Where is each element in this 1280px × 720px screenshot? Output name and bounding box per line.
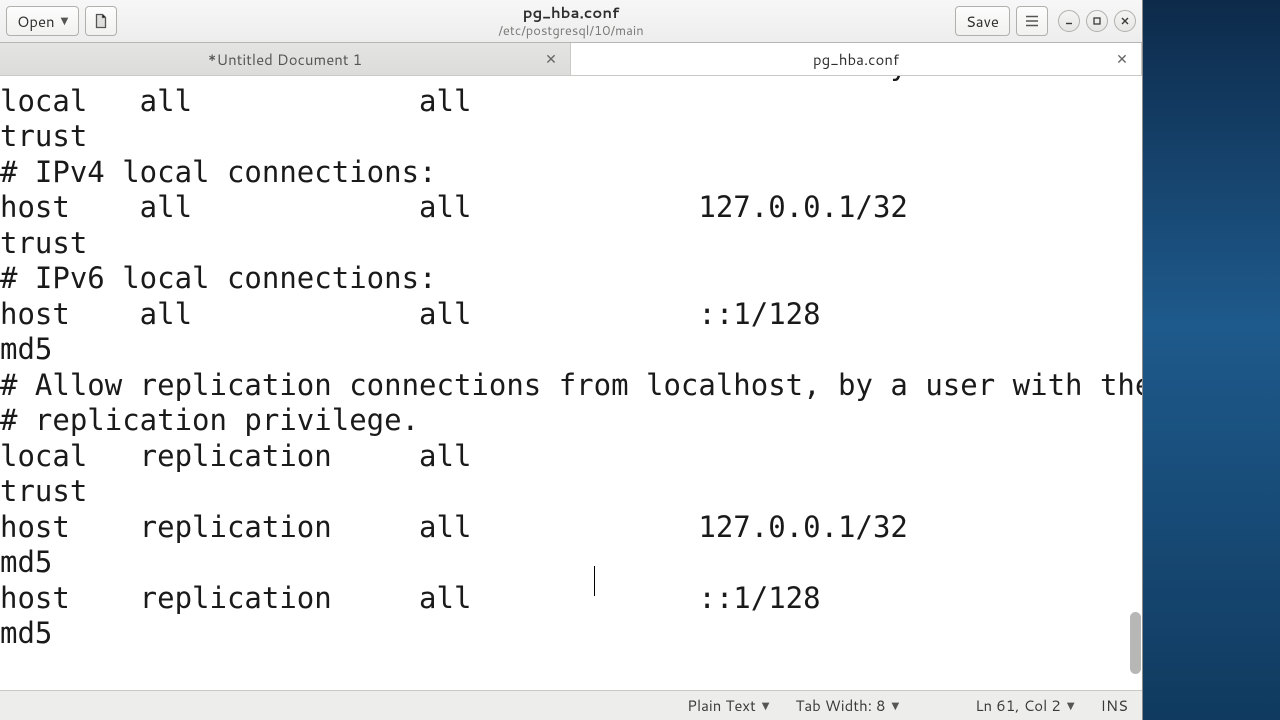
insert-mode-label: INS (1101, 695, 1128, 716)
hamburger-menu-button[interactable] (1016, 6, 1048, 36)
syntax-label: Plain Text (687, 695, 756, 716)
scrollbar-thumb[interactable] (1130, 612, 1141, 674)
gedit-window: Open ▼ pg_hba.conf /etc/postgresql/10/ma… (0, 0, 1143, 720)
status-bar: Plain Text ▼ Tab Width: 8 ▼ Ln 61, Col 2… (0, 690, 1142, 720)
desktop-background (1143, 0, 1280, 720)
position-label: Ln 61, Col 2 (975, 695, 1061, 716)
open-button[interactable]: Open ▼ (6, 6, 79, 36)
chevron-down-icon: ▼ (1067, 699, 1075, 713)
insert-mode[interactable]: INS (1101, 695, 1128, 716)
tab-bar: *Untitled Document 1 ✕ pg_hba.conf ✕ (0, 43, 1142, 76)
tab-close-button[interactable]: ✕ (542, 50, 560, 68)
chevron-down-icon: ▼ (762, 699, 770, 713)
minimize-icon (1064, 16, 1074, 26)
cursor-position[interactable]: Ln 61, Col 2 ▼ (975, 695, 1074, 716)
headerbar-right: Save (955, 6, 1136, 36)
headerbar-left: Open ▼ (6, 6, 117, 36)
editor-content[interactable]: # local is for Unix domain socket connec… (0, 76, 1142, 690)
tab-close-button[interactable]: ✕ (1113, 50, 1131, 68)
headerbar: Open ▼ pg_hba.conf /etc/postgresql/10/ma… (0, 0, 1142, 43)
hamburger-icon (1025, 15, 1039, 27)
maximize-icon (1092, 16, 1102, 26)
close-icon (1120, 16, 1130, 26)
vertical-scrollbar[interactable] (1129, 76, 1142, 690)
chevron-down-icon: ▼ (61, 14, 69, 28)
tab-pg-hba[interactable]: pg_hba.conf ✕ (571, 43, 1142, 75)
minimize-button[interactable] (1058, 10, 1080, 32)
save-label: Save (966, 11, 999, 32)
tab-label: *Untitled Document 1 (208, 49, 362, 70)
editor-area[interactable]: # local is for Unix domain socket connec… (0, 76, 1142, 690)
new-document-button[interactable] (85, 6, 117, 36)
chevron-down-icon: ▼ (892, 699, 900, 713)
text-caret (594, 566, 595, 596)
tab-untitled[interactable]: *Untitled Document 1 ✕ (0, 43, 571, 75)
new-document-icon (93, 13, 109, 29)
window-controls (1058, 10, 1136, 32)
open-label: Open (17, 11, 55, 32)
tabwidth-selector[interactable]: Tab Width: 8 ▼ (795, 695, 899, 716)
close-button[interactable] (1114, 10, 1136, 32)
tab-label: pg_hba.conf (813, 49, 899, 70)
tabwidth-label: Tab Width: 8 (795, 695, 885, 716)
maximize-button[interactable] (1086, 10, 1108, 32)
syntax-selector[interactable]: Plain Text ▼ (687, 695, 769, 716)
save-button[interactable]: Save (955, 6, 1010, 36)
